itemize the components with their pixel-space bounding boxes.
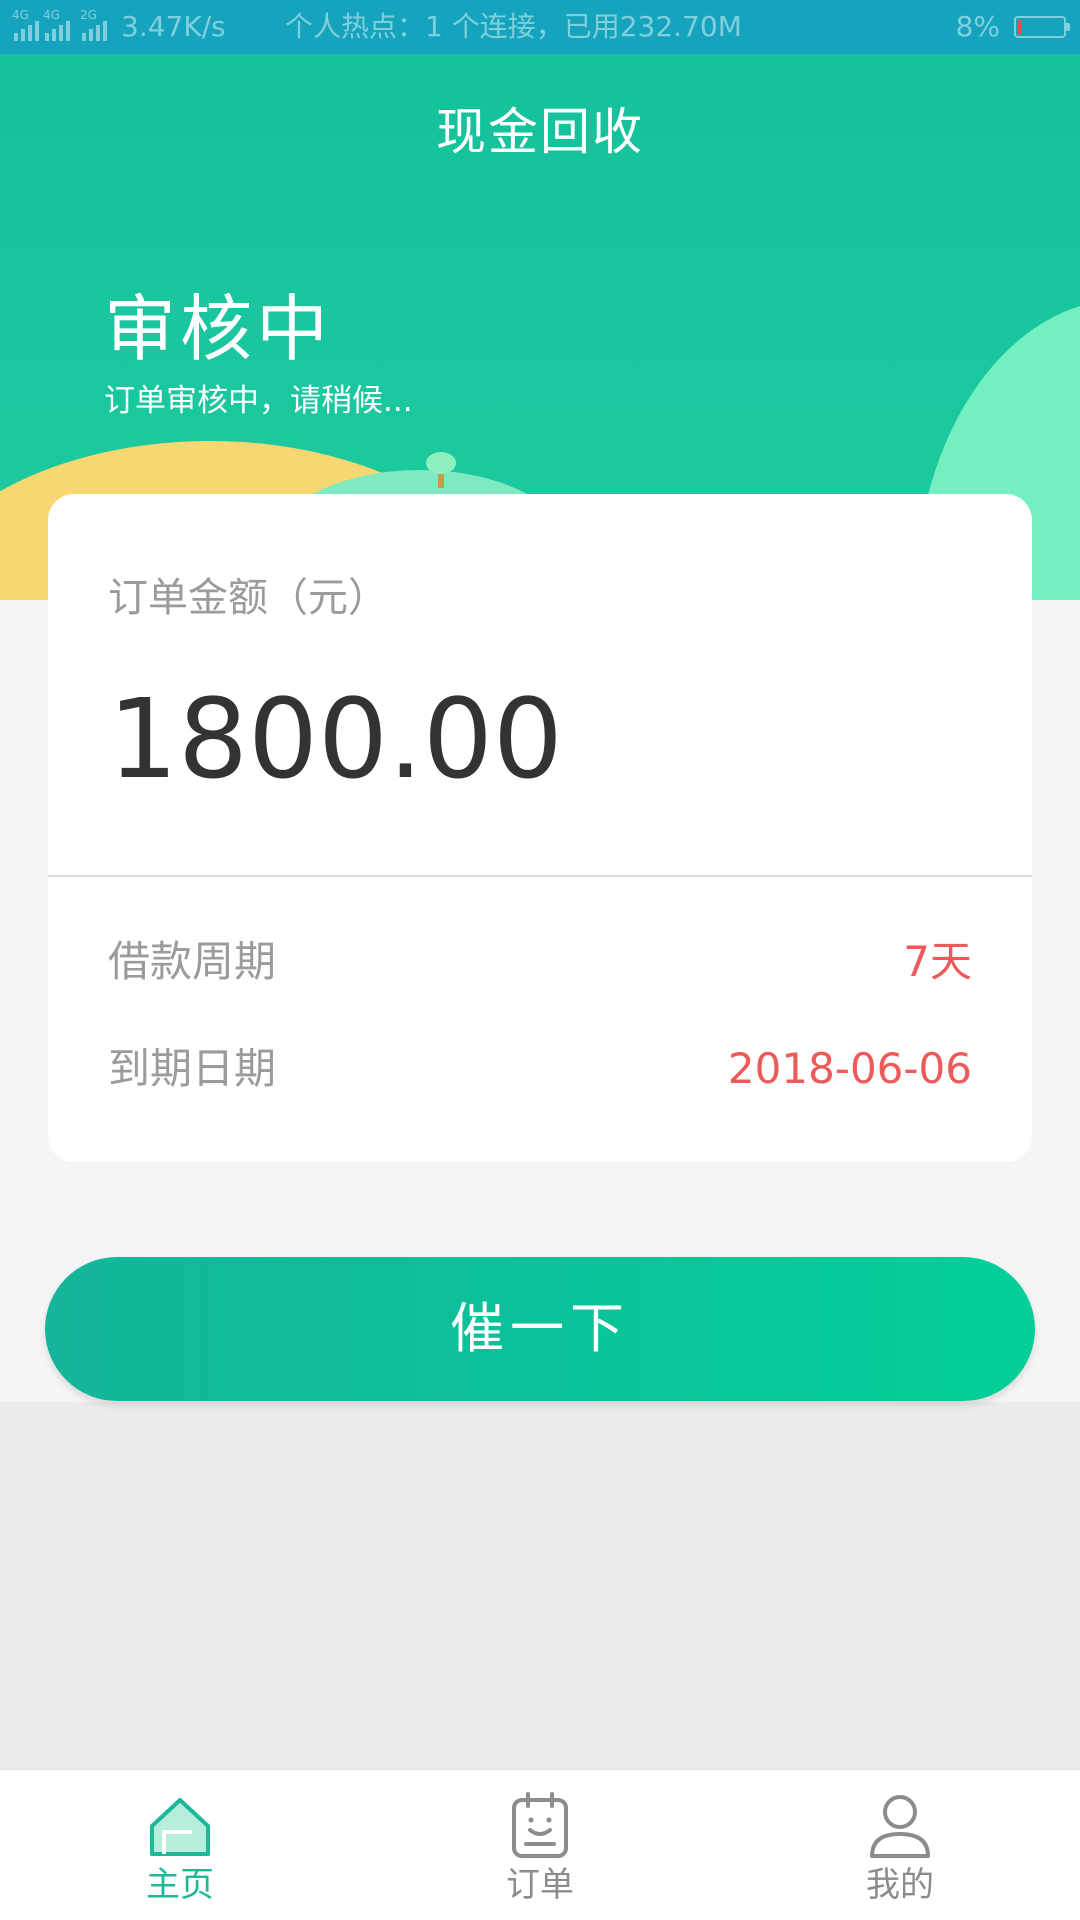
loan-period-row: 借款周期 7天	[108, 934, 972, 990]
signal-icon: 4G	[12, 9, 39, 41]
due-date-value: 2018-06-06	[727, 1044, 972, 1093]
battery-level	[1018, 20, 1022, 34]
network-type-label: 4G	[12, 8, 29, 22]
loan-period-label: 借款周期	[108, 937, 277, 986]
signal-icon-3: 2G	[80, 9, 107, 41]
status-bar-right: 8%	[955, 0, 1070, 54]
hotspot-status: 个人热点：1 个连接，已用232.70M	[285, 10, 742, 43]
signal-icon-2: 4G	[43, 9, 70, 41]
order-card: 订单金额（元） 1800.00 借款周期 7天 到期日期 2018-06-06	[48, 494, 1032, 1162]
order-status-subtitle: 订单审核中，请稍候...	[104, 383, 413, 419]
network-type-label-3: 2G	[80, 8, 97, 22]
nav-item-home[interactable]: 主页	[80, 1770, 280, 1920]
home-icon	[150, 1798, 210, 1856]
order-amount-label: 订单金额（元）	[108, 575, 388, 621]
card-divider	[48, 875, 1032, 877]
orders-icon	[512, 1792, 568, 1858]
urge-button[interactable]: 催一下	[45, 1257, 1035, 1401]
network-type-label-2: 4G	[43, 8, 60, 22]
nav-item-orders[interactable]: 订单	[440, 1770, 640, 1920]
nav-item-mine[interactable]: 我的	[800, 1770, 1000, 1920]
battery-icon	[1014, 16, 1070, 38]
order-status-heading: 审核中	[104, 287, 333, 371]
nav-label-home: 主页	[146, 1865, 214, 1905]
network-speed: 3.47K/s	[121, 10, 226, 43]
profile-icon	[870, 1795, 930, 1858]
status-bar-left: 4G 4G 2G 3.47K/s	[12, 0, 226, 54]
due-date-row: 到期日期 2018-06-06	[108, 1041, 972, 1097]
battery-percent: 8%	[955, 10, 1000, 43]
due-date-label: 到期日期	[108, 1044, 277, 1093]
status-bar: 4G 4G 2G 3.47K/s 个人热点：1 个连接，已用232.70M 8%	[0, 0, 1080, 54]
order-amount-value: 1800.00	[108, 675, 563, 803]
nav-label-mine: 我的	[866, 1865, 934, 1905]
decor-tree-top	[426, 452, 456, 474]
bottom-nav: 主页 订单 我的	[0, 1768, 1080, 1920]
page-title: 现金回收	[436, 103, 644, 161]
nav-label-orders: 订单	[506, 1865, 574, 1905]
loan-period-value: 7天	[903, 937, 972, 986]
